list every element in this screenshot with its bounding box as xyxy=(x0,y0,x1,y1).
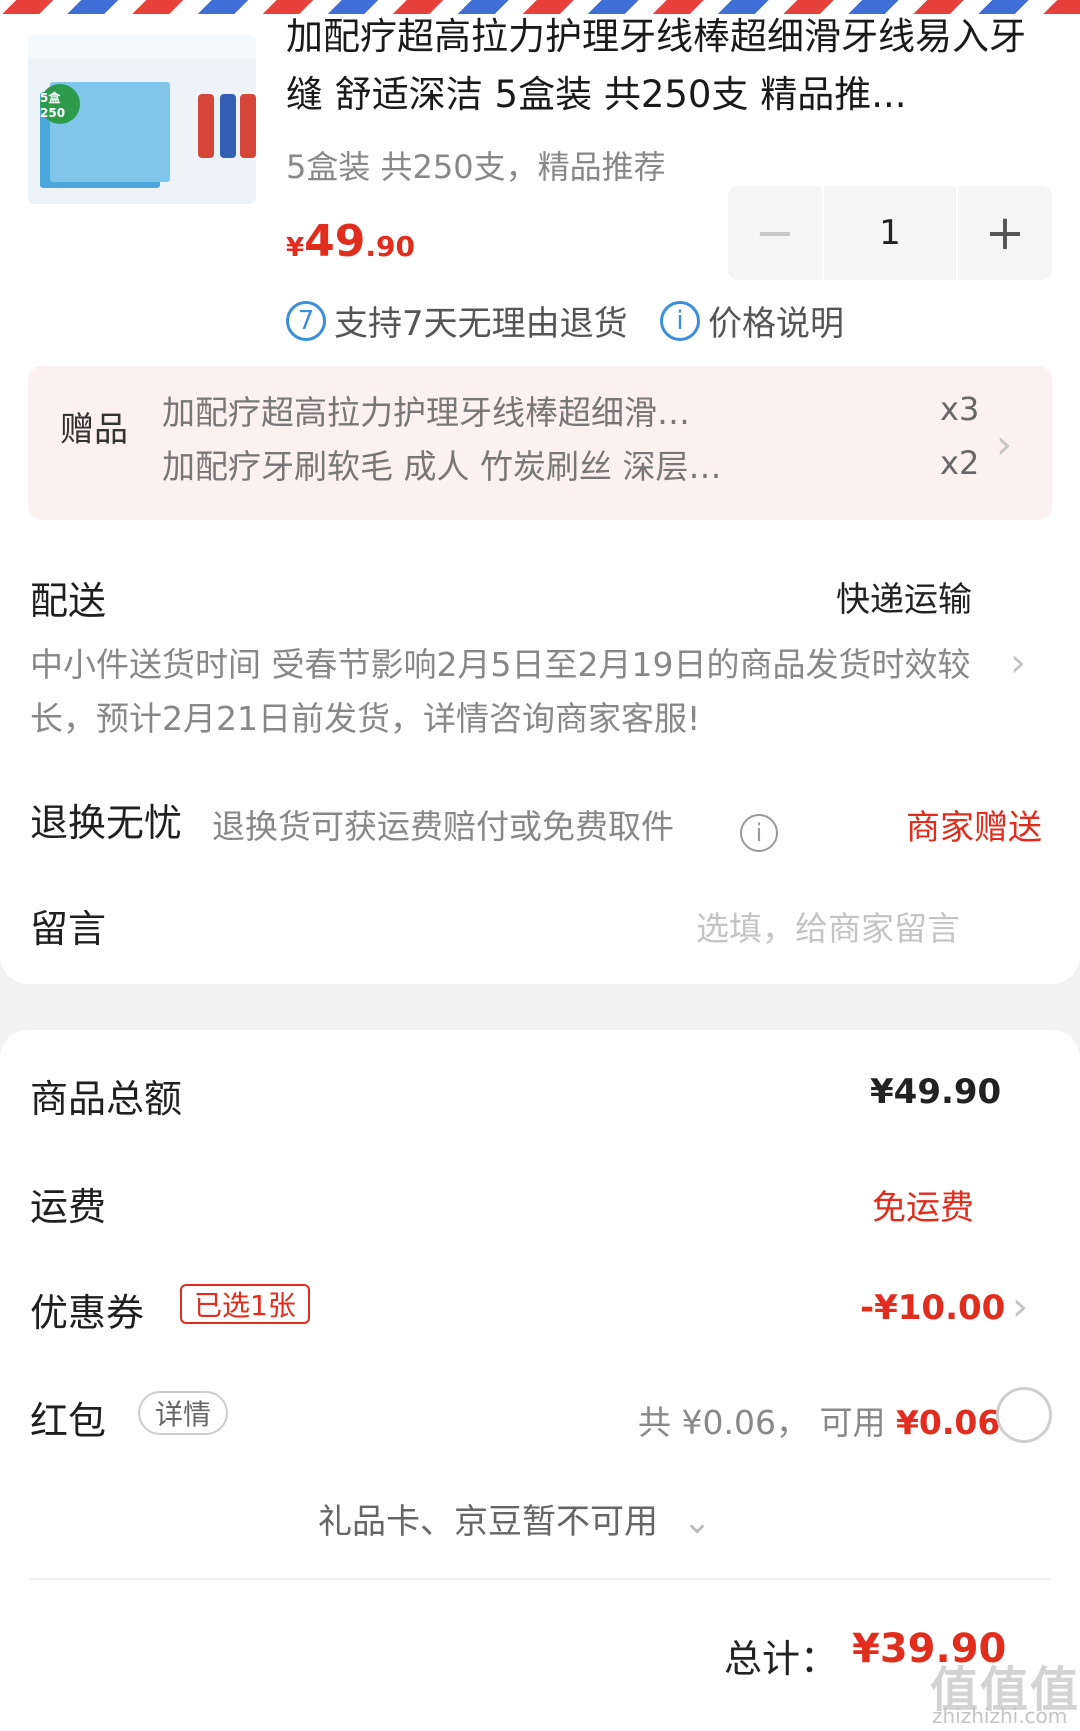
thumb-floss-1 xyxy=(198,94,214,158)
gift-section[interactable]: 赠品 加配疗超高拉力护理牙线棒超细滑牙线易入牙... x3 加配疗牙刷软毛 成人… xyxy=(28,366,1052,520)
price-currency: ¥ xyxy=(286,233,305,263)
coupon-selected-tag: 已选1张 xyxy=(180,1284,310,1324)
return-service-label: 退换无忧 xyxy=(30,801,183,845)
gift-label: 赠品 xyxy=(60,410,128,450)
price-decimal: .90 xyxy=(365,230,415,263)
product-spec[interactable]: 5盒装 共250支，精品推荐 xyxy=(286,142,666,188)
thumb-header-strip xyxy=(28,34,256,58)
watermark-url: zhizhizhi.com xyxy=(932,1704,1068,1728)
gift-item-floss-count: x3 xyxy=(940,390,980,428)
giftcard-text: 礼品卡、京豆暂不可用 xyxy=(318,1502,658,1542)
redpacket-available-label: 可用 xyxy=(819,1403,886,1442)
order-card: 5盒 250 加配疗超高拉力护理牙线棒超细滑牙线易入牙缝 舒适深洁 5盒装 共2… xyxy=(0,14,1080,984)
return-service-value: 商家赠送 xyxy=(906,808,1042,848)
thumb-floss-2 xyxy=(220,94,236,158)
goods-total-value: ¥49.90 xyxy=(870,1072,1002,1112)
product-price: ¥49.90 xyxy=(286,216,415,267)
chevron-right-icon[interactable]: › xyxy=(1012,1284,1028,1330)
message-input[interactable]: 选填，给商家留言 xyxy=(696,902,960,950)
increase-button[interactable]: + xyxy=(956,186,1052,280)
chevron-down-icon: ⌄ xyxy=(682,1502,712,1542)
redpacket-detail-button[interactable]: 详情 xyxy=(138,1391,228,1435)
product-thumbnail[interactable]: 5盒 250 xyxy=(28,34,256,204)
divider xyxy=(30,1578,1050,1580)
delivery-method[interactable]: 快递运输 xyxy=(836,572,972,621)
info-icon[interactable]: i xyxy=(740,814,778,852)
price-integer: 49 xyxy=(304,216,366,267)
coupon-label: 优惠券 xyxy=(30,1291,145,1335)
redpacket-total-text: 共 ¥0.06， xyxy=(638,1403,809,1442)
return-service-desc: 退换货可获运费赔付或免费取件 xyxy=(212,807,674,846)
thumb-badge: 5盒 250 xyxy=(40,84,80,124)
chevron-right-icon[interactable]: › xyxy=(1010,640,1026,686)
gift-item-toothbrush: 加配疗牙刷软毛 成人 竹炭刷丝 深层清洁减少... xyxy=(162,447,722,486)
chevron-right-icon: › xyxy=(996,422,1012,468)
redpacket-label: 红包 xyxy=(30,1399,107,1443)
shipping-value: 免运费 xyxy=(872,1188,974,1228)
price-explanation-text: 价格说明 xyxy=(708,304,844,344)
thumb-floss-3 xyxy=(240,94,256,158)
message-label: 留言 xyxy=(30,907,107,951)
decrease-button[interactable]: − xyxy=(728,186,822,280)
total-label: 总计： xyxy=(724,1637,839,1681)
gift-item-toothbrush-count: x2 xyxy=(940,444,980,482)
redpacket-total: 共 ¥0.06， 可用 ¥0.06 xyxy=(638,1396,1000,1444)
giftcard-unavailable[interactable]: 礼品卡、京豆暂不可用 ⌄ xyxy=(318,1494,711,1543)
shipping-label: 运费 xyxy=(30,1185,107,1229)
redpacket-radio[interactable] xyxy=(996,1387,1052,1443)
seven-day-return-policy[interactable]: 7 支持7天无理由退货 xyxy=(286,296,628,345)
delivery-label: 配送 xyxy=(30,579,107,623)
quantity-value[interactable]: 1 xyxy=(822,186,956,280)
seven-day-text: 支持7天无理由退货 xyxy=(334,304,628,344)
redpacket-available-value: ¥0.06 xyxy=(895,1403,1001,1442)
delivery-note[interactable]: 中小件送货时间 受春节影响2月5日至2月19日的商品发货时效较长，预计2月21日… xyxy=(30,638,985,746)
seven-day-icon: 7 xyxy=(286,300,326,341)
goods-total-label: 商品总额 xyxy=(30,1077,183,1121)
info-icon: i xyxy=(660,300,700,341)
gift-item-floss: 加配疗超高拉力护理牙线棒超细滑牙线易入牙... xyxy=(162,393,722,432)
coupon-value[interactable]: -¥10.00 xyxy=(860,1288,1005,1328)
product-title[interactable]: 加配疗超高拉力护理牙线棒超细滑牙线易入牙缝 舒适深洁 5盒装 共250支 精品推… xyxy=(286,8,1046,124)
quantity-stepper: − 1 + xyxy=(728,186,1052,280)
price-explanation-link[interactable]: i 价格说明 xyxy=(660,296,844,345)
